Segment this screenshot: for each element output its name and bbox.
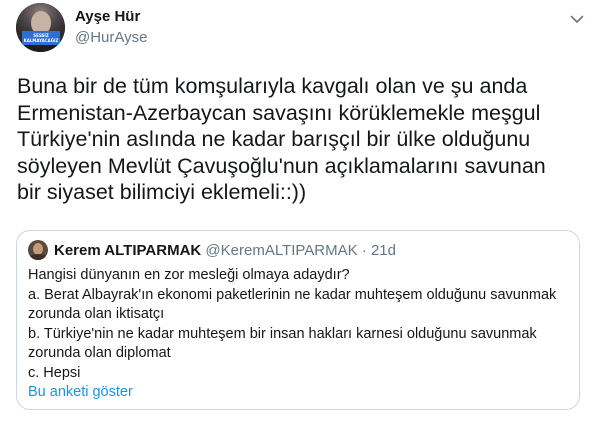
tweet-text-line: söyleyen Mevlüt Çavuşoğlu'nun açıklamala… [17,153,546,178]
quoted-tweet-header: Kerem ALTIPARMAK @KeremALTIPARMAK · 21d [54,242,396,259]
avatar-banner: SESSİZ KALMAYACAĞIZ [22,31,60,45]
chevron-down-icon[interactable] [568,10,586,28]
quoted-text-line: c. Hepsi [28,364,81,381]
author-avatar[interactable]: SESSİZ KALMAYACAĞIZ [16,3,65,52]
author-name[interactable]: Ayşe Hür [75,8,140,25]
tweet-text-line: Türkiye'nin aslında ne kadar barışçıl bi… [17,127,531,151]
quoted-text-line: b. Türkiye'nin ne kadar muhteşem bir ins… [28,325,537,342]
quoted-separator: · [361,242,367,259]
tweet-text-line: bir siyaset bilimciyi eklemeli::)) [17,180,307,204]
quoted-timestamp: 21d [370,242,396,259]
quoted-author-avatar [28,240,48,260]
quoted-text-line: zorunda olan iktisatçı [28,306,165,322]
tweet-text-line: Ermenistan-Azerbaycan savaşını körükleme… [17,100,541,125]
quoted-text-line: a. Berat Albayrak'ın ekonomi paketlerini… [28,286,557,303]
quoted-avatar-body [29,254,47,260]
quoted-tweet[interactable]: Kerem ALTIPARMAK @KeremALTIPARMAK · 21d … [16,230,580,410]
quoted-text-line: zorunda olan diplomat [28,345,171,361]
quoted-tweet-text: Hangisi dünyanın en zor mesleği olmaya a… [28,266,568,383]
tweet-text-line: Buna bir de tüm komşularıyla kavgalı ola… [17,74,528,98]
quoted-text-line: Hangisi dünyanın en zor mesleği olmaya a… [28,267,350,283]
author-handle[interactable]: @HurAyse [75,29,147,46]
quoted-author-name: Kerem ALTIPARMAK [54,242,202,259]
quoted-author-handle: @KeremALTIPARMAK [205,242,358,259]
tweet: SESSİZ KALMAYACAĞIZ Ayşe Hür @HurAyse Bu… [0,0,596,423]
tweet-text: Buna bir de tüm komşularıyla kavgalı ola… [17,73,592,206]
show-poll-link[interactable]: Bu anketi göster [28,384,133,400]
